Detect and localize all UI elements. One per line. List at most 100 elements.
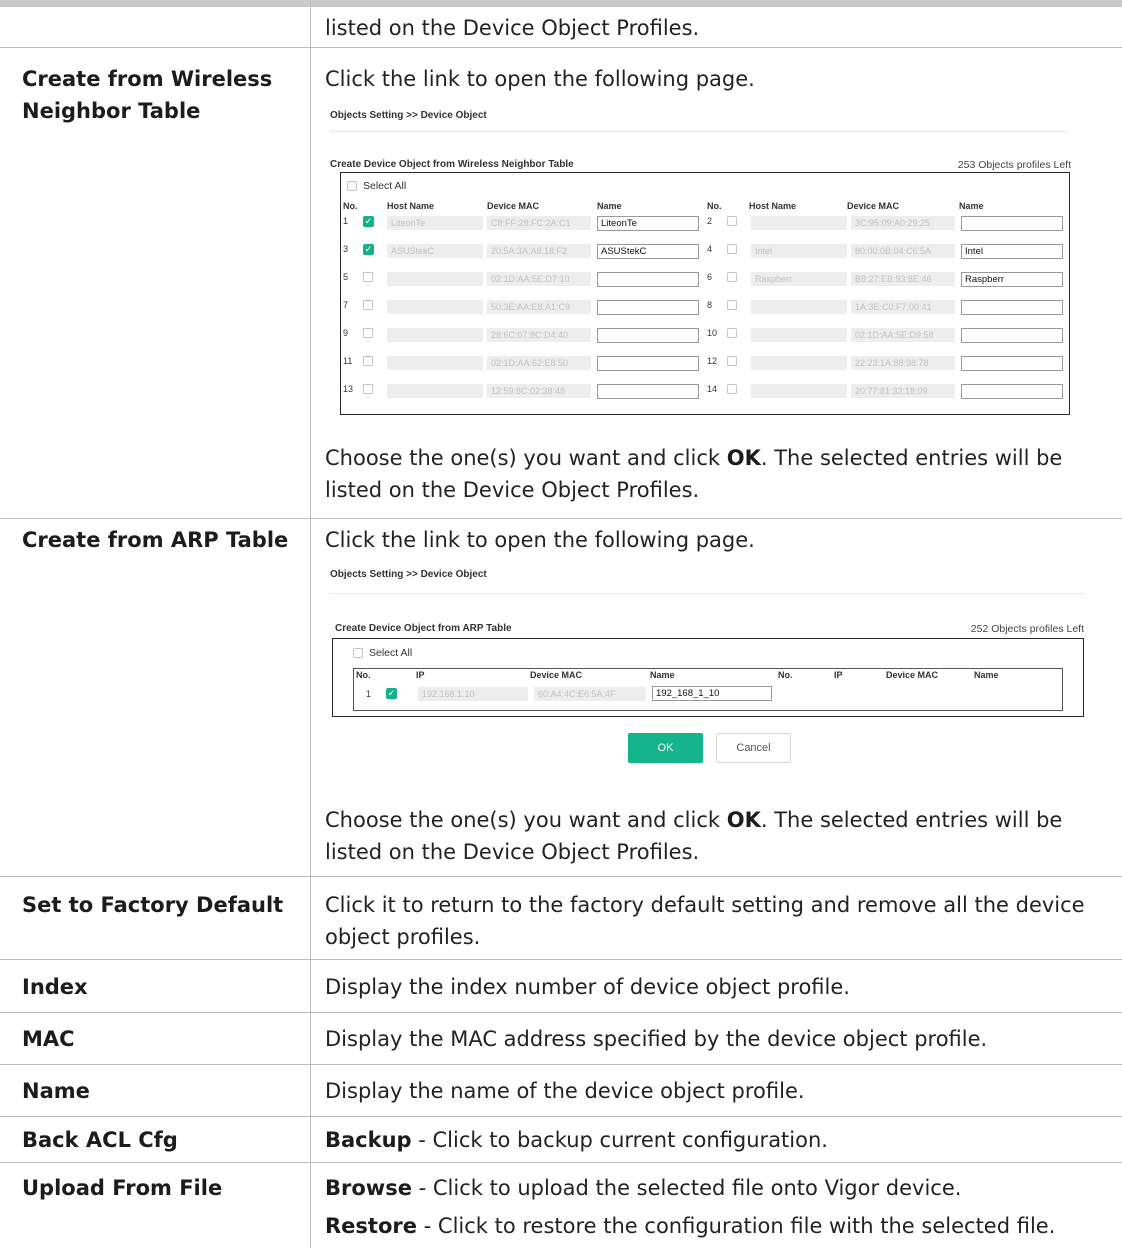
host-name-field: LiteonTe xyxy=(387,216,483,230)
header-name: Name xyxy=(650,670,675,680)
checkbox-empty-icon xyxy=(363,356,373,366)
wireless-row-checkbox[interactable]: ✓ xyxy=(363,244,374,255)
wireless-row-checkbox[interactable] xyxy=(727,216,737,228)
mac-description: Display the MAC address specified by the… xyxy=(325,1027,988,1051)
header-no: No. xyxy=(356,670,371,680)
wireless-after-text: Choose the one(s) you want and click OK.… xyxy=(325,446,1063,502)
checkbox-empty-icon xyxy=(363,328,373,338)
name-input[interactable] xyxy=(961,356,1063,371)
host-name-field: Raspberr xyxy=(751,272,847,286)
wireless-row-no: 5 xyxy=(343,272,349,282)
wireless-row-checkbox[interactable] xyxy=(727,272,737,284)
breadcrumb: Objects Setting >> Device Object xyxy=(330,110,487,121)
arp-after-text: Choose the one(s) you want and click OK.… xyxy=(325,808,1063,864)
name-input[interactable] xyxy=(597,300,699,315)
host-name-field xyxy=(751,300,847,314)
header-no: No. xyxy=(343,201,358,211)
ok-button[interactable]: OK xyxy=(628,733,703,763)
device-mac-field: 20:77:81:33:18:09 xyxy=(851,384,955,398)
wireless-row-checkbox[interactable] xyxy=(363,356,373,368)
select-all[interactable]: Select All xyxy=(353,647,412,659)
wireless-row-no: 10 xyxy=(707,328,718,338)
select-all[interactable]: Select All xyxy=(347,180,406,192)
name-input[interactable] xyxy=(597,356,699,371)
label-name: Name xyxy=(22,1079,90,1103)
wireless-row-no: 1 xyxy=(343,216,349,226)
arp-table-screenshot: Objects Setting >> Device Object Create … xyxy=(330,569,1088,769)
header-name: Name xyxy=(959,201,984,211)
device-mac-field: 02:1D:AA:62:E8:50 xyxy=(487,356,591,370)
name-input[interactable] xyxy=(597,272,699,287)
header-ip: IP xyxy=(834,670,843,680)
label-create-from-wireless: Create from Wireless Neighbor Table xyxy=(22,67,273,123)
label-back-acl-cfg: Back ACL Cfg xyxy=(22,1128,178,1152)
select-all-checkbox[interactable] xyxy=(353,648,363,658)
name-input[interactable] xyxy=(961,384,1063,399)
wireless-row-checkbox[interactable] xyxy=(727,384,737,396)
wireless-row-checkbox[interactable] xyxy=(727,356,737,368)
name-input[interactable] xyxy=(961,216,1063,231)
wireless-row-no: 9 xyxy=(343,328,349,338)
checkbox-empty-icon xyxy=(363,272,373,282)
wireless-row-checkbox[interactable] xyxy=(727,300,737,312)
header-device-mac: Device MAC xyxy=(487,201,540,211)
wireless-row-checkbox[interactable] xyxy=(363,384,373,396)
host-name-field xyxy=(751,384,847,398)
name-input[interactable]: 192_168_1_10 xyxy=(652,686,772,701)
header-device-mac: Device MAC xyxy=(530,670,583,680)
wireless-row-no: 11 xyxy=(343,356,353,366)
label-index: Index xyxy=(22,975,88,999)
header-name: Name xyxy=(974,670,999,680)
row-divider xyxy=(0,1064,1122,1065)
continued-description: listed on the Device Object Profiles. xyxy=(325,16,700,40)
header-host-name: Host Name xyxy=(749,201,797,211)
name-input[interactable]: Intel xyxy=(961,244,1063,259)
name-input[interactable] xyxy=(597,328,699,343)
device-mac-field: C8:FF:28:FC:2A:C1 xyxy=(487,216,591,230)
name-input[interactable]: ASUStekC xyxy=(597,244,699,259)
arp-table-title: Create Device Object from ARP Table xyxy=(335,623,512,634)
name-input[interactable]: LiteonTe xyxy=(597,216,699,231)
host-name-field xyxy=(387,272,483,286)
device-mac-field: 20:5A:3A:A8:18:F2 xyxy=(487,244,591,258)
checkbox-empty-icon xyxy=(727,328,737,338)
index-description: Display the index number of device objec… xyxy=(325,975,850,999)
wireless-row-no: 3 xyxy=(343,244,349,254)
select-all-checkbox[interactable] xyxy=(347,181,357,191)
device-mac-field: 1A:3E:C0:F7:00:41 xyxy=(851,300,955,314)
wireless-row-checkbox[interactable] xyxy=(363,300,373,312)
device-mac-field: 22:23:1A:88:98:78 xyxy=(851,356,955,370)
wireless-row-checkbox[interactable] xyxy=(363,272,373,284)
name-input[interactable]: Raspberr xyxy=(961,272,1063,287)
row-divider xyxy=(0,518,1122,519)
check-icon: ✓ xyxy=(363,244,374,255)
name-input[interactable] xyxy=(961,300,1063,315)
wireless-row-checkbox[interactable] xyxy=(727,244,737,256)
top-rule xyxy=(0,0,1122,7)
name-input[interactable] xyxy=(961,328,1063,343)
arp-row-checkbox[interactable]: ✓ xyxy=(386,688,397,699)
name-input[interactable] xyxy=(597,384,699,399)
wireless-row-checkbox[interactable]: ✓ xyxy=(363,216,374,227)
header-device-mac: Device MAC xyxy=(886,670,939,680)
host-name-field: Intel xyxy=(751,244,847,258)
wireless-row-no: 2 xyxy=(707,216,713,226)
wireless-row-checkbox[interactable] xyxy=(363,328,373,340)
wireless-row-no: 4 xyxy=(707,244,713,254)
wireless-table-title: Create Device Object from Wireless Neigh… xyxy=(330,159,574,170)
cancel-button[interactable]: Cancel xyxy=(716,733,791,763)
checkbox-empty-icon xyxy=(727,216,737,226)
host-name-field xyxy=(751,356,847,370)
row-divider xyxy=(0,1116,1122,1117)
wireless-row-no: 7 xyxy=(343,300,349,310)
device-mac-field: B8:27:EB:93:8E:46 xyxy=(851,272,955,286)
ip-field: 192.168.1.10 xyxy=(418,687,528,701)
wireless-row-checkbox[interactable] xyxy=(727,328,737,340)
label-create-from-arp: Create from ARP Table xyxy=(22,528,289,552)
header-device-mac: Device MAC xyxy=(847,201,900,211)
check-icon: ✓ xyxy=(386,688,397,699)
profiles-left-count: 252 Objects profiles Left xyxy=(970,623,1084,635)
row-divider xyxy=(0,47,1122,48)
device-mac-field: 02:1D:AA:5E:D9:58 xyxy=(851,328,955,342)
host-name-field: ASUStekC xyxy=(387,244,483,258)
